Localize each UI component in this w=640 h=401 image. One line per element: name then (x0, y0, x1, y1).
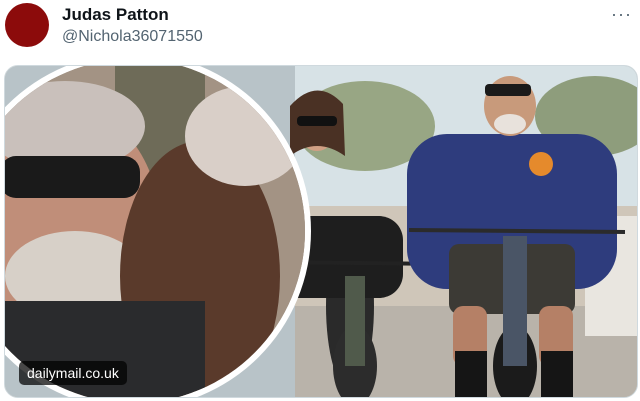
more-options-icon[interactable]: ··· (611, 4, 632, 25)
source-badge: dailymail.co.uk (19, 361, 127, 385)
tweet-media[interactable]: dailymail.co.uk (4, 65, 638, 398)
author-name[interactable]: Judas Patton (62, 5, 169, 25)
author-handle[interactable]: @Nichola36071550 (62, 28, 203, 46)
avatar[interactable] (5, 3, 49, 47)
photo-illustration (5, 66, 637, 397)
